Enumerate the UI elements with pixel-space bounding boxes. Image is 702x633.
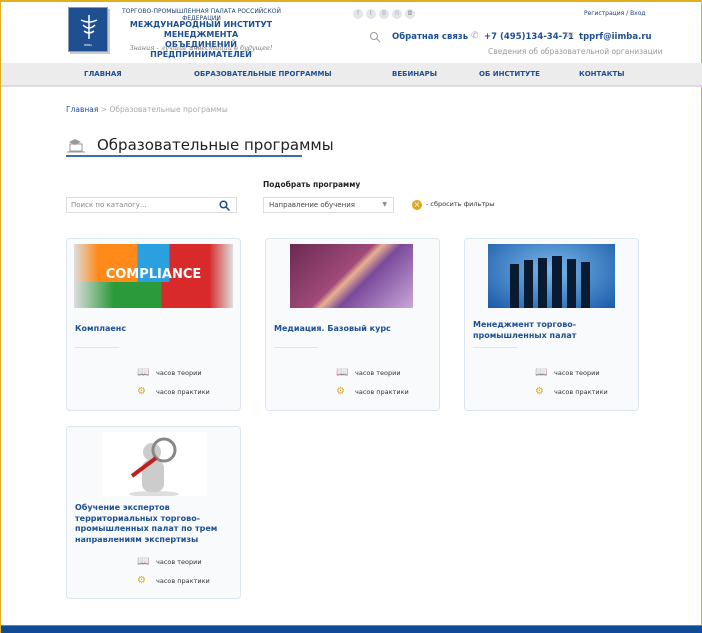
divider: [75, 537, 119, 538]
slogan: Знания - лучшие инвестиции в будущее!: [129, 44, 273, 52]
phone-link[interactable]: +7 (495)134-34-71: [484, 32, 574, 42]
direction-select[interactable]: Направление обучения ▼: [263, 197, 394, 213]
theory-hours: 📖 часов теории: [336, 367, 401, 378]
gears-icon: ⚙: [137, 386, 146, 397]
gears-icon: ⚙: [137, 575, 146, 586]
phone-icon: ✆: [471, 31, 479, 41]
program-card[interactable]: Медиация. Базовый курс 📖 часов теории ⚙ ча…: [265, 238, 440, 411]
institute-name: МЕЖДУНАРОДНЫЙ ИНСТИТУТ МЕНЕДЖМЕНТА ОБЪЕДИ…: [129, 20, 273, 59]
divider: [274, 347, 318, 348]
program-card[interactable]: COMPLIANCE Комплаенс 📖 часов теории ⚙ часо…: [66, 238, 241, 411]
theory-hours: 📖 часов теории: [535, 367, 600, 378]
twitter-icon[interactable]: t: [366, 9, 376, 19]
main-nav: ГЛАВНАЯ ОБРАЗОВАТЕЛЬНЫЕ ПРОГРАММЫ ВЕБИНА…: [1, 63, 702, 87]
reset-filters-link[interactable]: - сбросить фильтры: [426, 200, 494, 208]
nav-webinars[interactable]: ВЕБИНАРЫ: [392, 70, 437, 78]
program-title[interactable]: Комплаенс: [75, 324, 235, 335]
program-image: [290, 244, 413, 308]
practice-hours: ⚙ часов практики: [137, 386, 210, 397]
nav-programs[interactable]: ОБРАЗОВАТЕЛЬНЫЕ ПРОГРАММЫ: [194, 70, 332, 78]
facebook-icon[interactable]: f: [353, 9, 363, 19]
reset-icon[interactable]: ×: [412, 200, 422, 210]
page-title: Образовательные программы: [97, 136, 334, 154]
divider: [75, 347, 119, 348]
auth-link[interactable]: Регистрация / Вход: [584, 10, 646, 17]
vk-icon[interactable]: В: [379, 9, 389, 19]
logo[interactable]: IIMBA: [68, 7, 108, 52]
nav-contacts[interactable]: КОНТАКТЫ: [579, 70, 624, 78]
practice-hours: ⚙ часов практики: [137, 575, 210, 586]
nav-about[interactable]: ОБ ИНСТИТУТЕ: [479, 70, 540, 78]
graduation-laptop-icon: [67, 139, 85, 153]
edu-info-link[interactable]: Сведения об образовательной организации: [488, 47, 663, 56]
gears-icon: ⚙: [336, 386, 345, 397]
program-image: [102, 432, 207, 496]
book-icon: 📖: [336, 367, 349, 378]
footer-bar: [1, 625, 702, 633]
program-title[interactable]: Менеджмент торгово-промышленных палат: [473, 320, 633, 341]
gears-icon: ⚙: [535, 386, 544, 397]
breadcrumb: Главная > Образовательные программы: [66, 105, 228, 114]
practice-hours: ⚙ часов практики: [535, 386, 608, 397]
practice-hours: ⚙ часов практики: [336, 386, 409, 397]
book-icon: 📖: [137, 556, 150, 567]
email-link[interactable]: tpprf@iimba.ru: [579, 32, 652, 42]
program-image: COMPLIANCE: [74, 244, 233, 308]
breadcrumb-current: Образовательные программы: [109, 105, 228, 114]
odnoklassniki-icon[interactable]: п: [392, 9, 402, 19]
program-title[interactable]: Медиация. Базовый курс: [274, 324, 434, 335]
search-input[interactable]: Поиск по каталогу...: [66, 197, 237, 213]
mail-icon: ✉: [566, 31, 574, 41]
book-icon: 📖: [535, 367, 548, 378]
caduceus-icon: [80, 15, 98, 39]
theory-hours: 📖 часов теории: [137, 556, 202, 567]
program-title[interactable]: Обучение экспертов территориальных торго…: [75, 503, 235, 545]
chevron-down-icon: ▼: [382, 201, 387, 208]
feedback-link[interactable]: Обратная связь: [392, 32, 468, 42]
instagram-icon[interactable]: ◘: [405, 9, 415, 19]
theory-hours: 📖 часов теории: [137, 367, 202, 378]
divider: [473, 347, 517, 348]
program-image: [488, 244, 615, 308]
search-icon[interactable]: [369, 31, 381, 43]
nav-home[interactable]: ГЛАВНАЯ: [84, 70, 122, 78]
program-card[interactable]: Обучение экспертов территориальных торго…: [66, 426, 241, 599]
program-card[interactable]: Менеджмент торгово-промышленных палат 📖 ч…: [464, 238, 639, 411]
filter-label: Подобрать программу: [263, 180, 361, 189]
title-underline: [66, 155, 302, 157]
breadcrumb-home[interactable]: Главная: [66, 105, 98, 114]
book-icon: 📖: [137, 367, 150, 378]
search-icon[interactable]: [219, 200, 230, 211]
